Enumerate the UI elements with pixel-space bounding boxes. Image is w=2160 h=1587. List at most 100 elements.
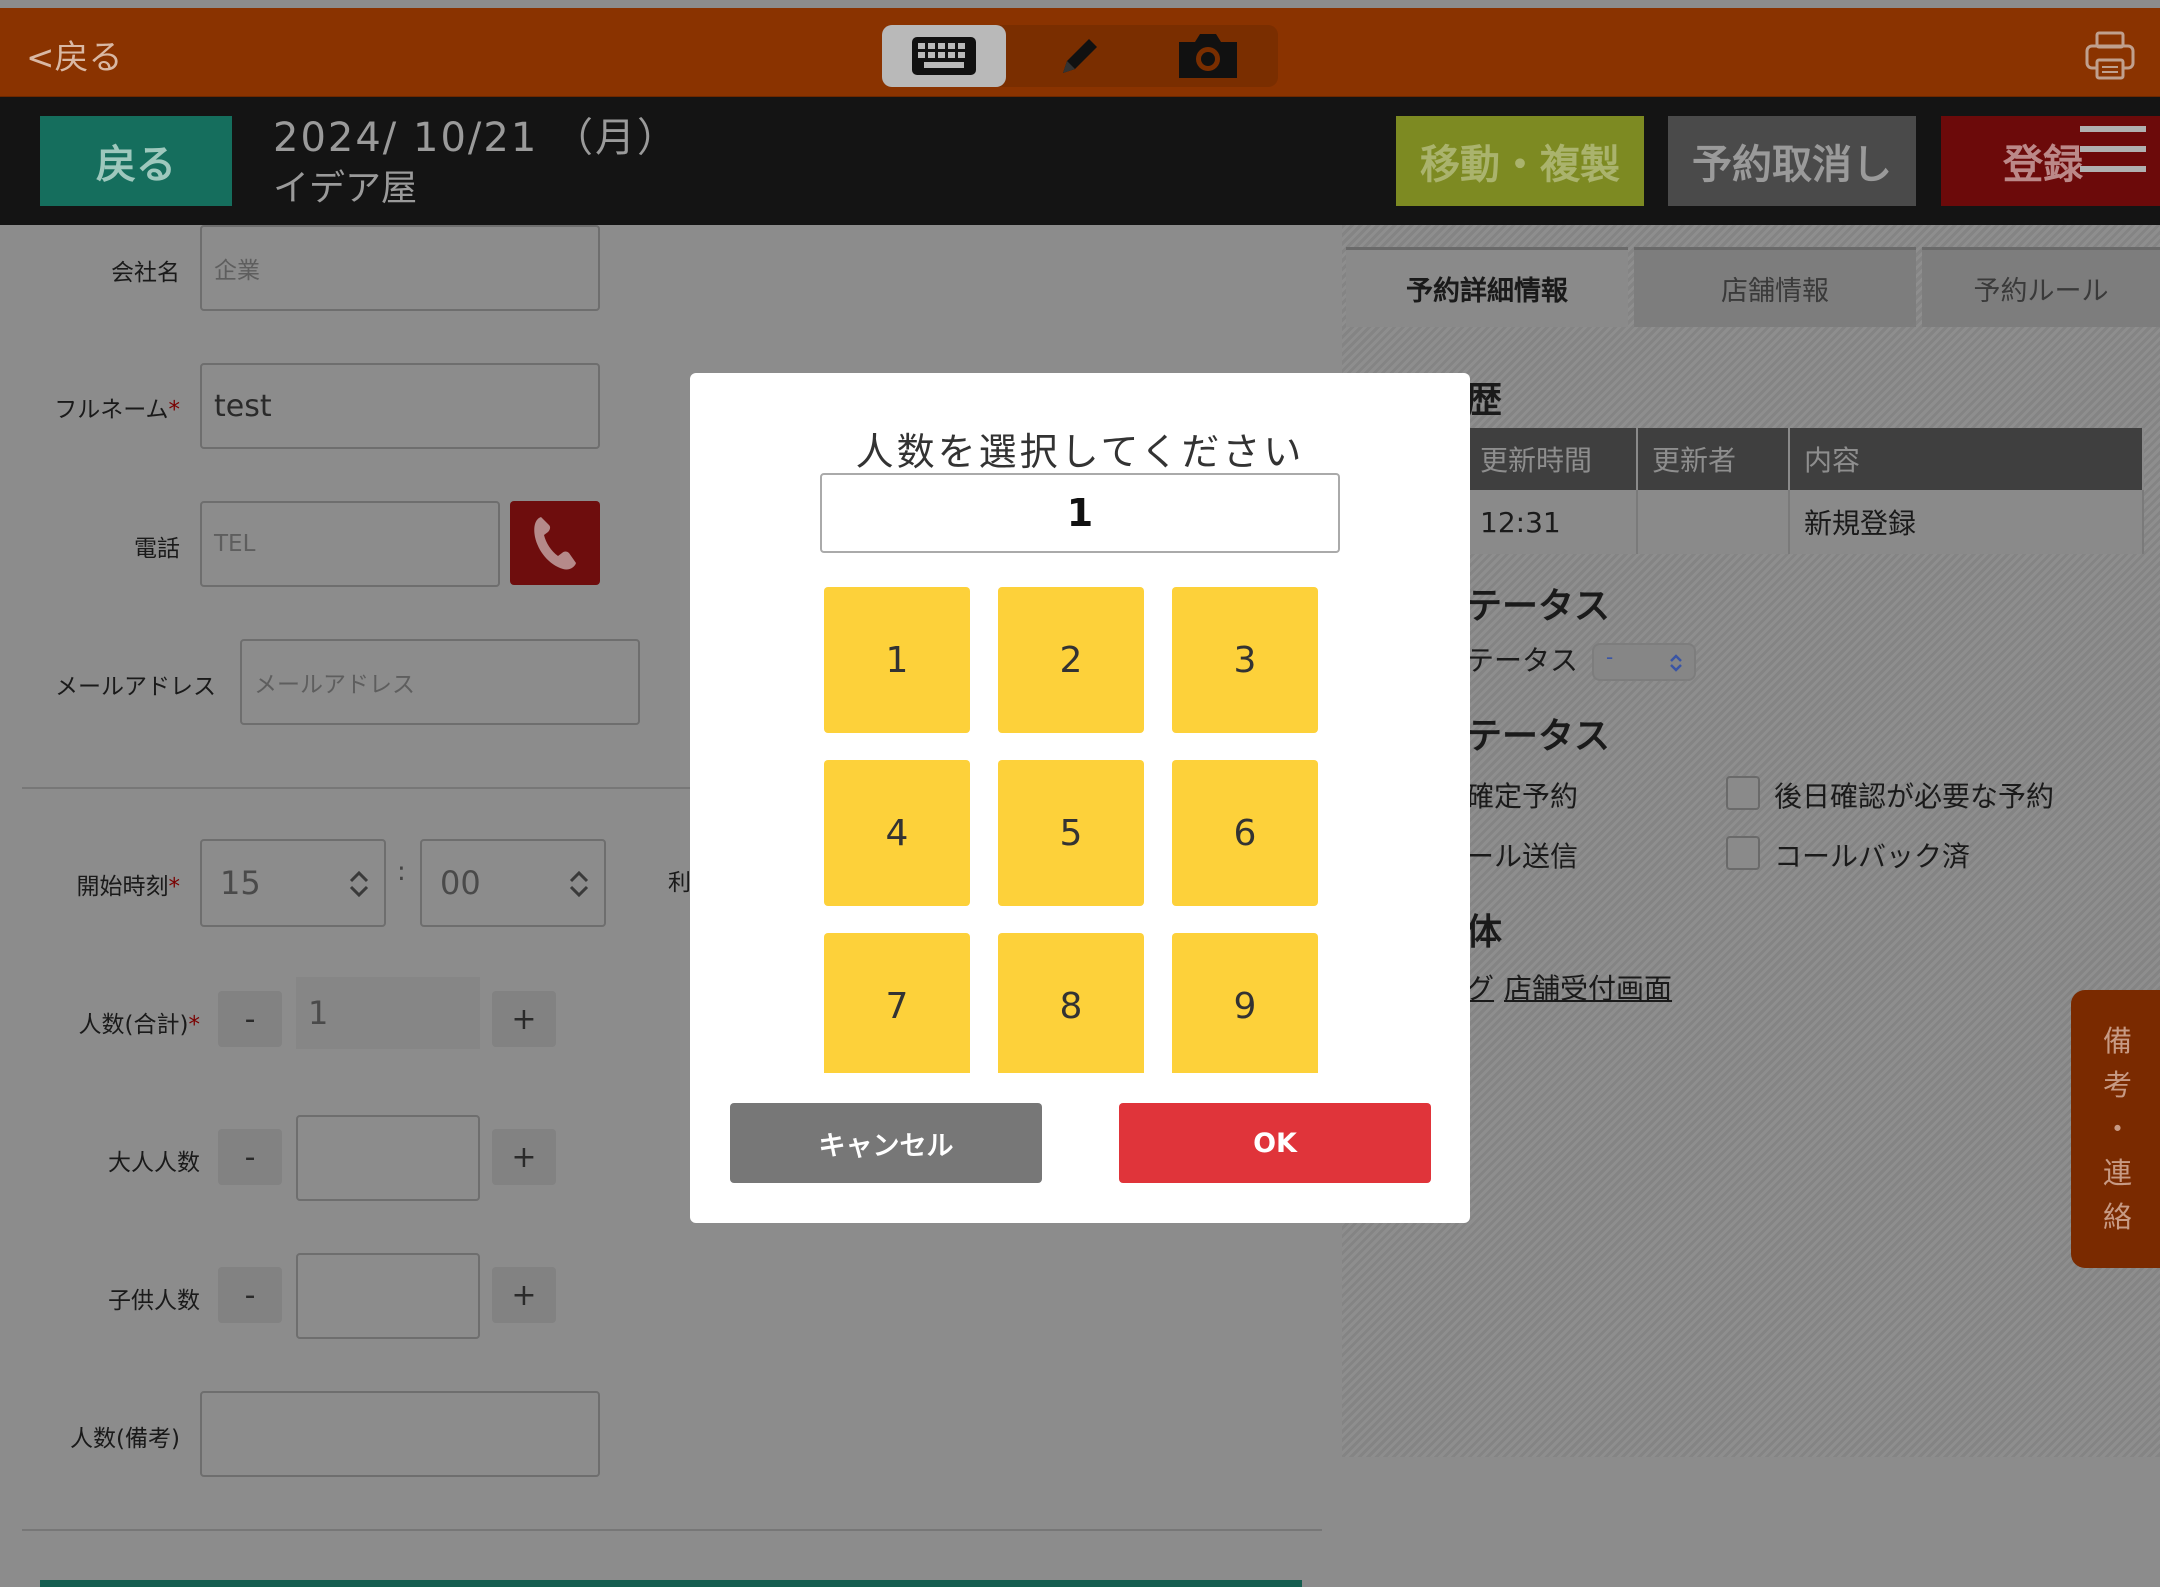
- start-time-label: 開始時刻*: [76, 874, 181, 900]
- key-5[interactable]: 5: [998, 760, 1144, 906]
- later-confirm-checkbox[interactable]: [1726, 776, 1760, 810]
- later-confirm-label: 後日確認が必要な予約: [1774, 780, 2055, 813]
- cancel-reservation-button[interactable]: 予約取消し: [1668, 116, 1916, 206]
- shop-name: イデア屋: [273, 168, 418, 209]
- updown-chevron-icon: [569, 870, 589, 898]
- tab-reservation-rules[interactable]: 予約ルール: [1922, 247, 2160, 327]
- total-people-minus-button[interactable]: -: [218, 991, 282, 1047]
- keyboard-button[interactable]: [882, 25, 1006, 87]
- table-header: 更新者: [1637, 428, 1790, 490]
- print-button[interactable]: [2084, 30, 2136, 86]
- side-tab-char: 連: [2102, 1156, 2132, 1190]
- side-tab-char: 備: [2102, 1024, 2132, 1058]
- tool-group: [882, 25, 1278, 87]
- required-mark: *: [168, 874, 181, 900]
- fullname-input[interactable]: test: [200, 363, 600, 449]
- ok-button[interactable]: OK: [1119, 1103, 1431, 1183]
- confirmed-reservation-label: 確定予約: [1466, 780, 1579, 813]
- move-copy-button[interactable]: 移動・複製: [1396, 116, 1644, 206]
- status2-title: テータス: [1466, 716, 1611, 757]
- required-mark: *: [168, 397, 181, 423]
- number-keypad: 1 2 3 4 5 6 7 8 9: [820, 587, 1340, 1073]
- notes-contact-tab[interactable]: 備 考 ・ 連 絡: [2071, 990, 2160, 1268]
- status-select[interactable]: -: [1592, 643, 1696, 681]
- callback-done-checkbox[interactable]: [1726, 836, 1760, 870]
- key-1[interactable]: 1: [824, 587, 970, 733]
- shop-reception-link[interactable]: 店舗受付画面: [1504, 967, 1672, 1007]
- children-plus-button[interactable]: +: [492, 1267, 556, 1323]
- updown-chevron-icon: [1670, 654, 1682, 672]
- history-table: 更新時間 更新者 内容 12:31 新規登録: [1466, 428, 2144, 554]
- total-people-plus-button[interactable]: +: [492, 991, 556, 1047]
- partial-label: 利: [668, 870, 691, 896]
- adults-plus-button[interactable]: +: [492, 1129, 556, 1185]
- status-title: テータス: [1466, 586, 1611, 627]
- call-button[interactable]: [510, 501, 600, 585]
- camera-icon: [1179, 34, 1237, 78]
- people-note-input[interactable]: [200, 1391, 600, 1477]
- fullname-label: フルネーム*: [54, 397, 181, 423]
- people-count-dialog: 人数を選択してください 1 1 2 3 4 5 6 7 8 9 キャンセル OK: [690, 373, 1470, 1223]
- back-button[interactable]: 戻る: [40, 116, 232, 206]
- adults-input[interactable]: [296, 1115, 480, 1201]
- children-input[interactable]: [296, 1253, 480, 1339]
- time-separator: :: [397, 857, 406, 887]
- total-people-input[interactable]: 1: [296, 977, 480, 1049]
- hamburger-menu-icon: [2080, 126, 2146, 172]
- tab-reservation-details[interactable]: 予約詳細情報: [1346, 247, 1628, 327]
- adults-minus-button[interactable]: -: [218, 1129, 282, 1185]
- key-8[interactable]: 8: [998, 933, 1144, 1073]
- back-link[interactable]: <戻る: [26, 30, 123, 79]
- total-people-label: 人数(合計)*: [78, 1012, 201, 1038]
- count-display: 1: [820, 473, 1340, 553]
- callback-done-label: コールバック済: [1774, 840, 1971, 873]
- company-label: 会社名: [111, 260, 180, 286]
- menu-button[interactable]: [2080, 124, 2146, 178]
- required-mark: *: [188, 1012, 201, 1038]
- divider: [22, 1529, 1322, 1531]
- reservation-date: 2024/ 10/21 （月）: [273, 115, 679, 161]
- company-input[interactable]: 企業: [200, 225, 600, 311]
- table-cell: [1637, 490, 1790, 554]
- bottom-action-bar[interactable]: [40, 1580, 1302, 1587]
- phone-icon: [534, 517, 576, 570]
- camera-button[interactable]: [1146, 25, 1270, 87]
- phone-label: 電話: [134, 536, 180, 562]
- status-label: テータス: [1466, 644, 1579, 677]
- table-header: 更新時間: [1466, 428, 1638, 490]
- email-input[interactable]: メールアドレス: [240, 639, 640, 725]
- printer-icon: [2085, 31, 2135, 80]
- key-3[interactable]: 3: [1172, 587, 1318, 733]
- divider: [22, 787, 690, 789]
- table-header: 内容: [1789, 428, 2144, 490]
- email-label: メールアドレス: [55, 674, 216, 700]
- phone-input[interactable]: TEL: [200, 501, 500, 587]
- media-title: 体: [1466, 912, 1503, 953]
- mail-sent-label: ール送信: [1466, 840, 1579, 873]
- table-row: 12:31 新規登録: [1466, 490, 2144, 554]
- key-2[interactable]: 2: [998, 587, 1144, 733]
- key-9[interactable]: 9: [1172, 933, 1318, 1073]
- children-minus-button[interactable]: -: [218, 1267, 282, 1323]
- cancel-button[interactable]: キャンセル: [730, 1103, 1042, 1183]
- tab-shop-info[interactable]: 店舗情報: [1634, 247, 1916, 327]
- start-hour-select[interactable]: 15: [200, 839, 386, 927]
- dialog-title: 人数を選択してください: [855, 430, 1305, 474]
- side-tab-char: 絡: [2102, 1200, 2132, 1234]
- key-6[interactable]: 6: [1172, 760, 1318, 906]
- key-4[interactable]: 4: [824, 760, 970, 906]
- updown-chevron-icon: [349, 870, 369, 898]
- top-toolbar: <戻る: [0, 8, 2160, 97]
- pencil-icon: [1063, 39, 1097, 73]
- side-tab-char: ・: [2102, 1112, 2132, 1146]
- pencil-button[interactable]: [1018, 25, 1142, 87]
- side-tab-char: 考: [2102, 1068, 2132, 1102]
- adults-label: 大人人数: [108, 1150, 200, 1176]
- table-cell: 12:31: [1466, 490, 1638, 554]
- keyboard-icon: [912, 37, 976, 75]
- start-minute-select[interactable]: 00: [420, 839, 606, 927]
- key-7[interactable]: 7: [824, 933, 970, 1073]
- children-label: 子供人数: [108, 1288, 200, 1314]
- reservation-header: 戻る 2024/ 10/21 （月） イデア屋 移動・複製 予約取消し 登録: [0, 97, 2160, 225]
- history-title: 歴: [1466, 380, 1503, 421]
